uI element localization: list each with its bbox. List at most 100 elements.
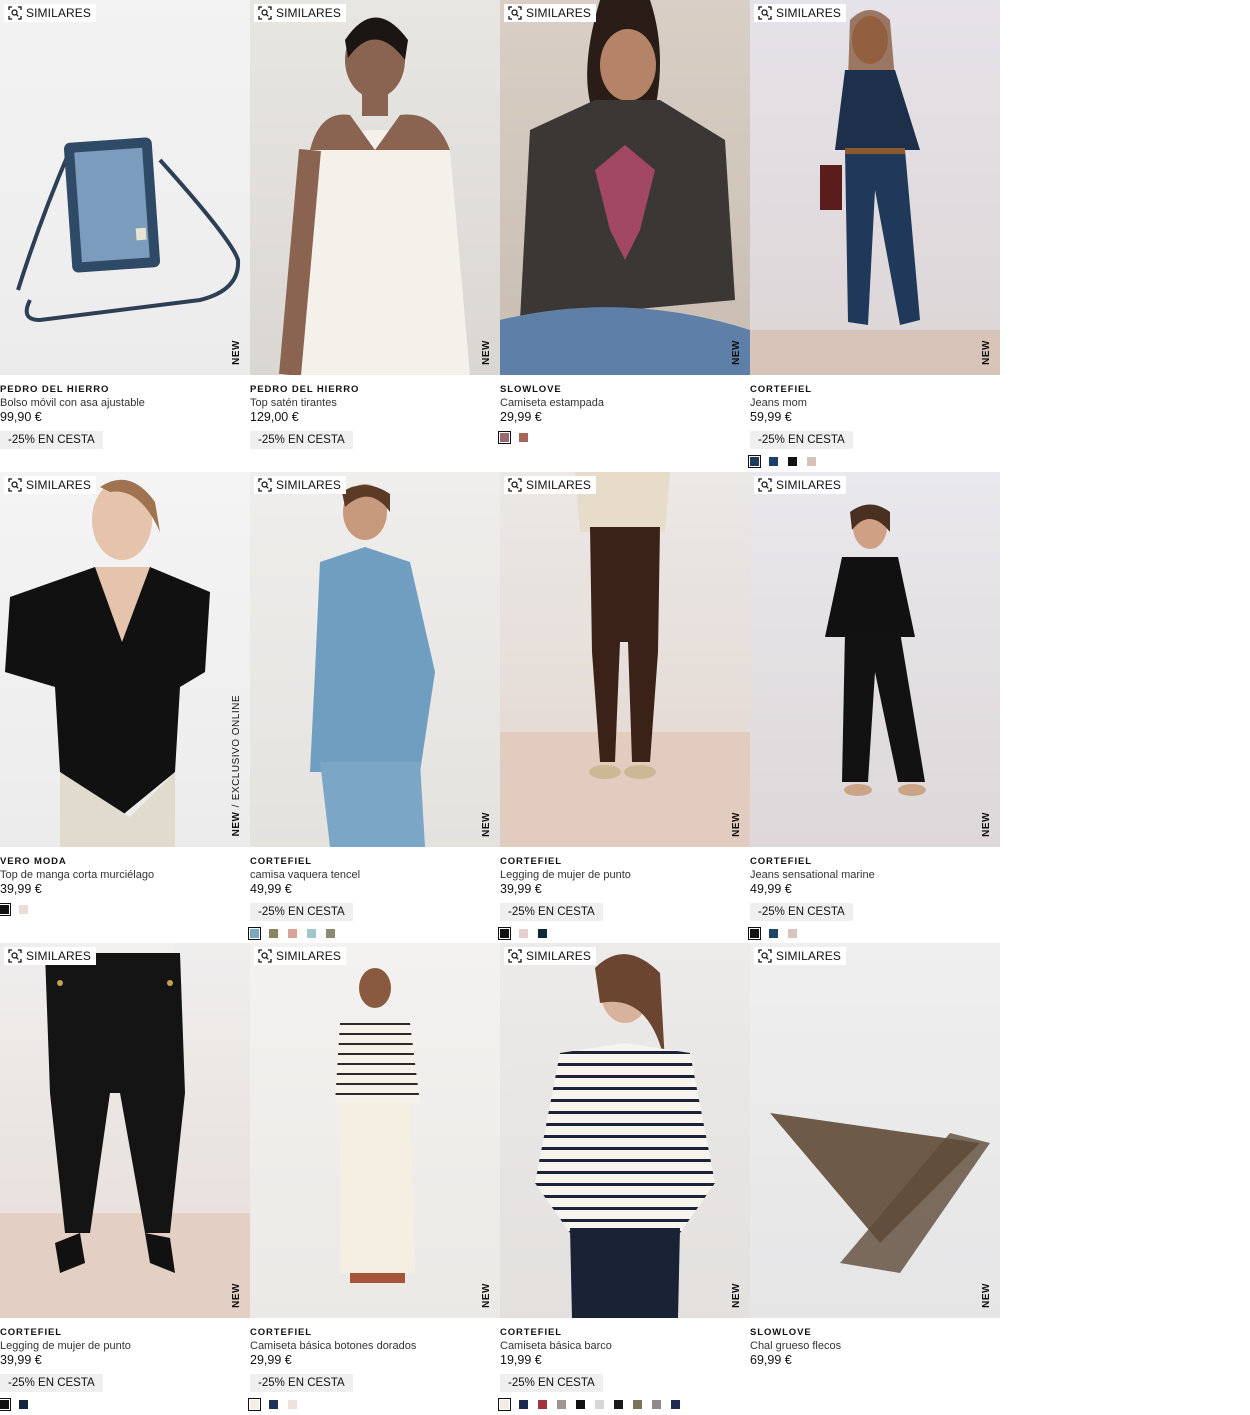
color-swatch[interactable] bbox=[576, 1400, 585, 1409]
color-swatch[interactable] bbox=[769, 928, 778, 938]
color-swatches bbox=[248, 1398, 500, 1411]
color-swatch[interactable] bbox=[538, 928, 547, 938]
color-swatch[interactable] bbox=[519, 1400, 528, 1409]
product-brand: CORTEFIEL bbox=[500, 855, 562, 867]
product-card[interactable]: SIMILARES NEW CORTEFIEL Legging de mujer de… bbox=[0, 943, 250, 1415]
product-name[interactable]: Camiseta básica botones dorados bbox=[250, 1339, 500, 1353]
product-brand: CORTEFIEL bbox=[0, 1327, 62, 1338]
product-name[interactable]: camisa vaquera tencel bbox=[250, 868, 500, 882]
product-card[interactable]: SIMILARES NEW PEDRO DEL HIERRO Top satén ti… bbox=[250, 0, 500, 472]
product-card[interactable]: SIMILARES NEW CORTEFIEL Legging de mujer de… bbox=[498, 471, 750, 944]
product-image[interactable]: SIMILARES NEW bbox=[750, 471, 1000, 847]
product-name[interactable]: Bolso móvil con asa ajustable bbox=[0, 396, 250, 410]
color-swatch[interactable] bbox=[0, 1398, 11, 1411]
similar-button[interactable]: SIMILARES bbox=[754, 947, 846, 965]
color-swatch[interactable] bbox=[269, 928, 278, 938]
color-swatch[interactable] bbox=[248, 926, 261, 940]
color-swatch[interactable] bbox=[557, 1400, 566, 1409]
similar-label: SIMILARES bbox=[776, 477, 841, 492]
promo-badge: -25% EN CESTA bbox=[250, 1374, 353, 1392]
product-card[interactable]: SIMILARES NEW CORTEFIEL camisa vaquera tenc… bbox=[248, 471, 500, 944]
color-swatch[interactable] bbox=[269, 1400, 278, 1409]
similar-button[interactable]: SIMILARES bbox=[4, 947, 96, 965]
product-name[interactable]: Jeans mom bbox=[750, 396, 1000, 410]
similar-button[interactable]: SIMILARES bbox=[754, 475, 846, 494]
color-swatch[interactable] bbox=[652, 1400, 661, 1409]
color-swatch[interactable] bbox=[538, 1400, 547, 1409]
product-image[interactable]: SIMILARES NEW bbox=[500, 471, 750, 847]
color-swatch[interactable] bbox=[519, 928, 528, 938]
product-card[interactable]: SIMILARES NEW CORTEFIEL Jeans sensational m… bbox=[748, 471, 1000, 944]
color-swatch[interactable] bbox=[614, 1400, 623, 1409]
color-swatch[interactable] bbox=[748, 926, 761, 940]
product-card[interactable]: SIMILARES NEW SLOWLOVE Chal grueso flecos 69… bbox=[750, 943, 1000, 1415]
product-image[interactable]: SIMILARES NEW/EXCLUSIVO ONLINE bbox=[0, 471, 250, 847]
product-image[interactable]: SIMILARES NEW bbox=[500, 0, 750, 375]
product-card[interactable]: SIMILARES NEW PEDRO DEL HIERRO Bolso móvil … bbox=[0, 0, 250, 472]
color-swatch[interactable] bbox=[498, 431, 511, 444]
color-swatch[interactable] bbox=[498, 926, 511, 940]
product-image[interactable]: SIMILARES NEW bbox=[750, 0, 1000, 375]
product-name[interactable]: Legging de mujer de punto bbox=[0, 1339, 250, 1353]
product-card[interactable]: SIMILARES NEW CORTEFIEL Camiseta básica bar… bbox=[498, 943, 750, 1415]
color-swatch[interactable] bbox=[288, 1400, 297, 1409]
product-price: 99,90 € bbox=[0, 410, 42, 424]
similar-button[interactable]: SIMILARES bbox=[504, 475, 596, 494]
color-swatch[interactable] bbox=[0, 902, 11, 916]
product-card[interactable]: SIMILARES NEW CORTEFIEL Camiseta básica bot… bbox=[248, 943, 500, 1415]
color-swatch[interactable] bbox=[788, 928, 797, 938]
color-swatches bbox=[748, 926, 1000, 940]
product-price: 49,99 € bbox=[250, 881, 292, 896]
product-name[interactable]: Top de manga corta murciélago bbox=[0, 868, 250, 882]
new-badge: NEW bbox=[731, 1283, 742, 1308]
product-name[interactable]: Chal grueso flecos bbox=[750, 1339, 1000, 1353]
product-card[interactable]: SIMILARES NEW SLOWLOVE Camiseta estampada 29… bbox=[498, 0, 750, 472]
color-swatch[interactable] bbox=[288, 928, 297, 938]
product-image[interactable]: SIMILARES NEW bbox=[250, 0, 500, 375]
product-info: CORTEFIEL Jeans sensational marine 49,99 €… bbox=[748, 847, 1000, 940]
similar-button[interactable]: SIMILARES bbox=[4, 475, 96, 494]
product-name[interactable]: Camiseta básica barco bbox=[500, 1339, 750, 1353]
new-badge: NEW bbox=[481, 340, 492, 365]
color-swatch[interactable] bbox=[595, 1400, 604, 1409]
color-swatch[interactable] bbox=[748, 455, 761, 468]
product-name[interactable]: Camiseta estampada bbox=[500, 396, 750, 410]
product-name[interactable]: Top satén tirantes bbox=[250, 396, 500, 410]
product-card[interactable]: SIMILARES NEW CORTEFIEL Jeans mom 59,99 € -25… bbox=[748, 0, 1000, 472]
product-info: CORTEFIEL Legging de mujer de punto 39,99 … bbox=[498, 847, 750, 940]
product-image[interactable]: SIMILARES NEW bbox=[750, 943, 1000, 1318]
product-brand: CORTEFIEL bbox=[750, 855, 812, 867]
color-swatch[interactable] bbox=[807, 457, 816, 466]
visual-search-icon bbox=[508, 6, 522, 20]
similar-button[interactable]: SIMILARES bbox=[254, 947, 346, 965]
product-image[interactable]: SIMILARES NEW bbox=[500, 943, 750, 1318]
product-image[interactable]: SIMILARES NEW bbox=[0, 943, 250, 1318]
product-image[interactable]: SIMILARES NEW bbox=[250, 471, 500, 847]
product-info: CORTEFIEL camisa vaquera tencel 49,99 € -25… bbox=[248, 847, 500, 940]
product-image[interactable]: SIMILARES NEW bbox=[250, 943, 500, 1318]
color-swatch[interactable] bbox=[769, 457, 778, 466]
color-swatch[interactable] bbox=[19, 904, 28, 914]
color-swatch[interactable] bbox=[307, 928, 316, 938]
color-swatch[interactable] bbox=[326, 928, 335, 938]
product-card[interactable]: SIMILARES NEW/EXCLUSIVO ONLINE VERO MODA To… bbox=[0, 471, 250, 944]
product-info: CORTEFIEL Jeans mom 59,99 € -25% EN CESTA bbox=[748, 375, 1000, 468]
color-swatch[interactable] bbox=[19, 1400, 28, 1409]
color-swatch[interactable] bbox=[248, 1398, 261, 1411]
color-swatch[interactable] bbox=[498, 1398, 511, 1411]
product-name[interactable]: Jeans sensational marine bbox=[750, 868, 1000, 882]
similar-button[interactable]: SIMILARES bbox=[4, 4, 96, 22]
similar-button[interactable]: SIMILARES bbox=[754, 4, 846, 22]
color-swatch[interactable] bbox=[633, 1400, 642, 1409]
product-name[interactable]: Legging de mujer de punto bbox=[500, 868, 750, 882]
product-price: 29,99 € bbox=[500, 410, 542, 424]
color-swatch[interactable] bbox=[671, 1400, 680, 1409]
color-swatch[interactable] bbox=[519, 433, 528, 442]
visual-search-icon bbox=[258, 949, 272, 963]
product-image[interactable]: SIMILARES NEW bbox=[0, 0, 250, 375]
similar-button[interactable]: SIMILARES bbox=[254, 4, 346, 22]
color-swatch[interactable] bbox=[788, 457, 797, 466]
similar-button[interactable]: SIMILARES bbox=[504, 4, 596, 22]
similar-button[interactable]: SIMILARES bbox=[254, 475, 346, 494]
similar-button[interactable]: SIMILARES bbox=[504, 947, 596, 965]
